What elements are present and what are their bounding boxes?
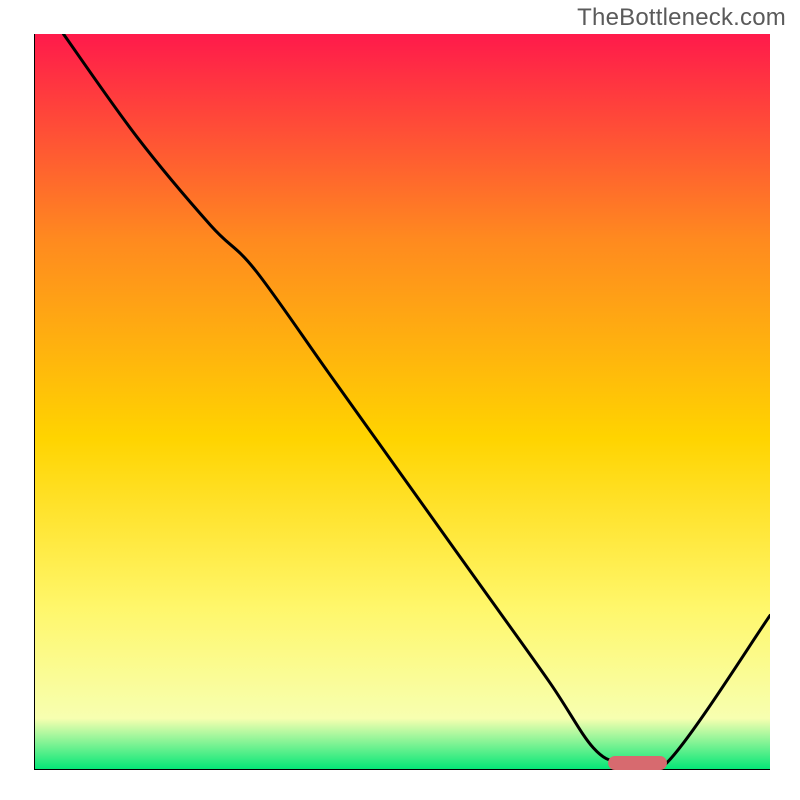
- plot-area: [34, 34, 770, 770]
- optimal-range-marker: [608, 756, 667, 770]
- watermark-text: TheBottleneck.com: [577, 4, 786, 32]
- bottleneck-chart: [34, 34, 770, 770]
- chart-container: TheBottleneck.com: [0, 0, 800, 800]
